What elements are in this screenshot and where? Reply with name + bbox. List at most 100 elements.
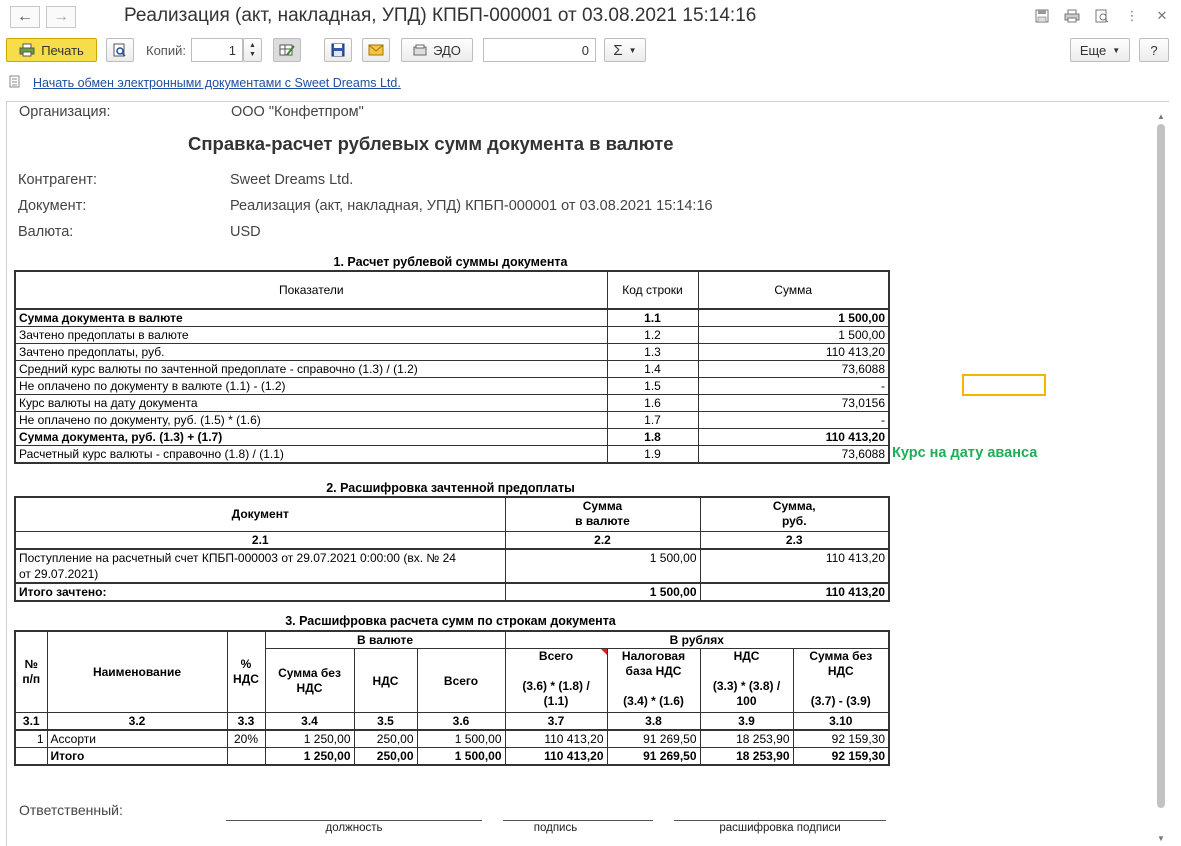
- table-prepayment-details: Документ Сумма в валюте Сумма, руб. 2.1 2.…: [14, 496, 890, 602]
- document-value: Реализация (акт, накладная, УПД) КПБП-00…: [230, 198, 713, 214]
- save-icon[interactable]: [1034, 8, 1050, 24]
- header-group-currency: В валюте: [264, 630, 506, 649]
- scroll-down-icon[interactable]: ▼: [1157, 834, 1165, 843]
- table-row: 1 Ассорти 20% 1 250,00 250,00 1 500,00 110 413…: [14, 730, 891, 748]
- section3-title: 3. Расшифровка расчета сумм по строкам д…: [285, 614, 616, 628]
- position-line: [226, 820, 482, 821]
- forward-button[interactable]: →: [46, 6, 76, 28]
- code-cell: 3.3: [226, 712, 265, 731]
- section1-title: 1. Расчет рублевой суммы документа: [333, 255, 568, 269]
- prepayment-sum-currency: 1 500,00: [504, 548, 700, 583]
- back-button[interactable]: ←: [10, 6, 40, 28]
- section2-title: 2. Расшифровка зачтенной предоплаты: [326, 481, 575, 495]
- header-name: Наименование: [46, 630, 227, 713]
- org-label: Организация:: [19, 104, 111, 120]
- code-cell: 3.7: [504, 712, 608, 731]
- edo-label: ЭДО: [433, 42, 461, 58]
- currency-value: USD: [230, 224, 261, 240]
- table-row: Не оплачено по документу, руб. (1.5) * (…: [14, 411, 890, 429]
- copies-input[interactable]: 1: [191, 38, 243, 62]
- line-sum: 110 413,20: [697, 428, 890, 446]
- line-sum: 1 500,00: [697, 309, 890, 327]
- codes-row: 3.1 3.2 3.3 3.4 3.5 3.6 3.7 3.8 3.9 3.10: [14, 712, 891, 731]
- table-row: Зачтено предоплаты, руб. 1.3 110 413,20: [14, 343, 890, 361]
- line-sum: 73,6088: [697, 445, 890, 464]
- prepayment-sum-rub: 110 413,20: [699, 548, 890, 583]
- total-cell: 1 500,00: [416, 747, 506, 766]
- decode-line: [674, 820, 886, 821]
- item-cell: 110 413,20: [504, 730, 608, 748]
- edo-exchange-link[interactable]: Начать обмен электронными документами с …: [33, 76, 401, 90]
- copies-label: Копий:: [146, 43, 186, 58]
- indicator-name: Курс валюты на дату документа: [14, 394, 607, 412]
- header-line-code: Код строки: [606, 270, 698, 310]
- code-cell: 2.1: [14, 531, 505, 550]
- stepper-down-icon[interactable]: ▼: [249, 50, 256, 59]
- table-row: Курс валюты на дату документа 1.6 73,0156: [14, 394, 890, 412]
- indicator-name: Сумма документа, руб. (1.3) + (1.7): [14, 428, 607, 446]
- edit-table-icon: [279, 44, 295, 56]
- signature-caption: подпись: [533, 822, 578, 834]
- line-sum: 110 413,20: [697, 343, 890, 361]
- print-icon[interactable]: [1064, 8, 1080, 24]
- sum-mode-button[interactable]: Σ ▼: [604, 38, 646, 62]
- table-row: Расчетный курс валюты - справочно (1.8) …: [14, 445, 890, 464]
- item-cell: 1 250,00: [264, 730, 354, 748]
- item-cell: 18 253,90: [699, 730, 794, 748]
- indicator-name: Не оплачено по документу в валюте (1.1) …: [14, 377, 607, 395]
- org-value: ООО "Конфетпром": [231, 104, 364, 120]
- item-cell: 20%: [226, 730, 265, 748]
- header-vat-rate: % НДС: [226, 630, 265, 713]
- line-sum: -: [697, 377, 890, 395]
- exchange-icon: [9, 75, 23, 89]
- annotation-advance-rate: Курс на дату аванса: [892, 445, 1038, 461]
- position-caption: должность: [325, 822, 383, 834]
- print-button[interactable]: Печать: [6, 38, 97, 62]
- copies-stepper[interactable]: ▲ ▼: [243, 38, 262, 62]
- edo-button[interactable]: ЭДО: [401, 38, 473, 62]
- code-cell: 2.3: [699, 531, 890, 550]
- total-cell: 18 253,90: [699, 747, 794, 766]
- email-button[interactable]: [362, 38, 390, 62]
- code-cell: 3.6: [416, 712, 506, 731]
- title-bar: ← → Реализация (акт, накладная, УПД) КПБ…: [0, 0, 1181, 34]
- scrollbar-thumb[interactable]: [1157, 124, 1165, 808]
- sigma-icon: Σ: [613, 41, 623, 59]
- table-row: Сумма документа, руб. (1.3) + (1.7) 1.8 11…: [14, 428, 890, 446]
- line-code: 1.3: [606, 343, 698, 361]
- total-cell: 92 159,30: [792, 747, 891, 766]
- total-cell: 1 250,00: [264, 747, 354, 766]
- more-button[interactable]: Еще ▼: [1070, 38, 1130, 62]
- arrow-right-icon: →: [53, 8, 69, 25]
- header-document: Документ: [14, 496, 505, 532]
- scroll-up-icon[interactable]: ▲: [1157, 112, 1165, 121]
- code-cell: 3.8: [606, 712, 701, 731]
- code-cell: 3.2: [46, 712, 227, 731]
- total-row: Итого 1 250,00 250,00 1 500,00 110 413,20 91 …: [14, 747, 891, 766]
- code-cell: 3.1: [14, 712, 47, 731]
- more-vert-icon[interactable]: ⋮: [1124, 8, 1140, 24]
- header-rub-novat: Сумма без НДС (3.7) - (3.9): [792, 648, 891, 713]
- total-sum-rub: 110 413,20: [699, 581, 890, 602]
- line-sum: 73,0156: [697, 394, 890, 412]
- preview-icon[interactable]: [1094, 8, 1110, 24]
- selected-cell-highlight[interactable]: [962, 374, 1046, 396]
- stepper-up-icon[interactable]: ▲: [249, 41, 256, 50]
- indicator-name: Не оплачено по документу, руб. (1.5) * (…: [14, 411, 607, 429]
- envelope-icon: [368, 44, 384, 56]
- header-cur-novat: Сумма без НДС: [264, 648, 354, 713]
- code-cell: 3.5: [353, 712, 417, 731]
- help-icon: ?: [1150, 42, 1158, 58]
- comment-marker-icon[interactable]: [600, 649, 607, 655]
- header-cur-vat: НДС: [353, 648, 417, 713]
- close-icon[interactable]: ✕: [1154, 8, 1170, 24]
- total-cell: Итого: [46, 747, 227, 766]
- sum-field[interactable]: 0: [483, 38, 596, 62]
- edit-button[interactable]: [273, 38, 301, 62]
- preview-button[interactable]: [106, 38, 134, 62]
- help-button[interactable]: ?: [1139, 38, 1169, 62]
- save-button[interactable]: [324, 38, 352, 62]
- line-code: 1.4: [606, 360, 698, 378]
- indicator-name: Расчетный курс валюты - справочно (1.8) …: [14, 445, 607, 464]
- line-sum: 1 500,00: [697, 326, 890, 344]
